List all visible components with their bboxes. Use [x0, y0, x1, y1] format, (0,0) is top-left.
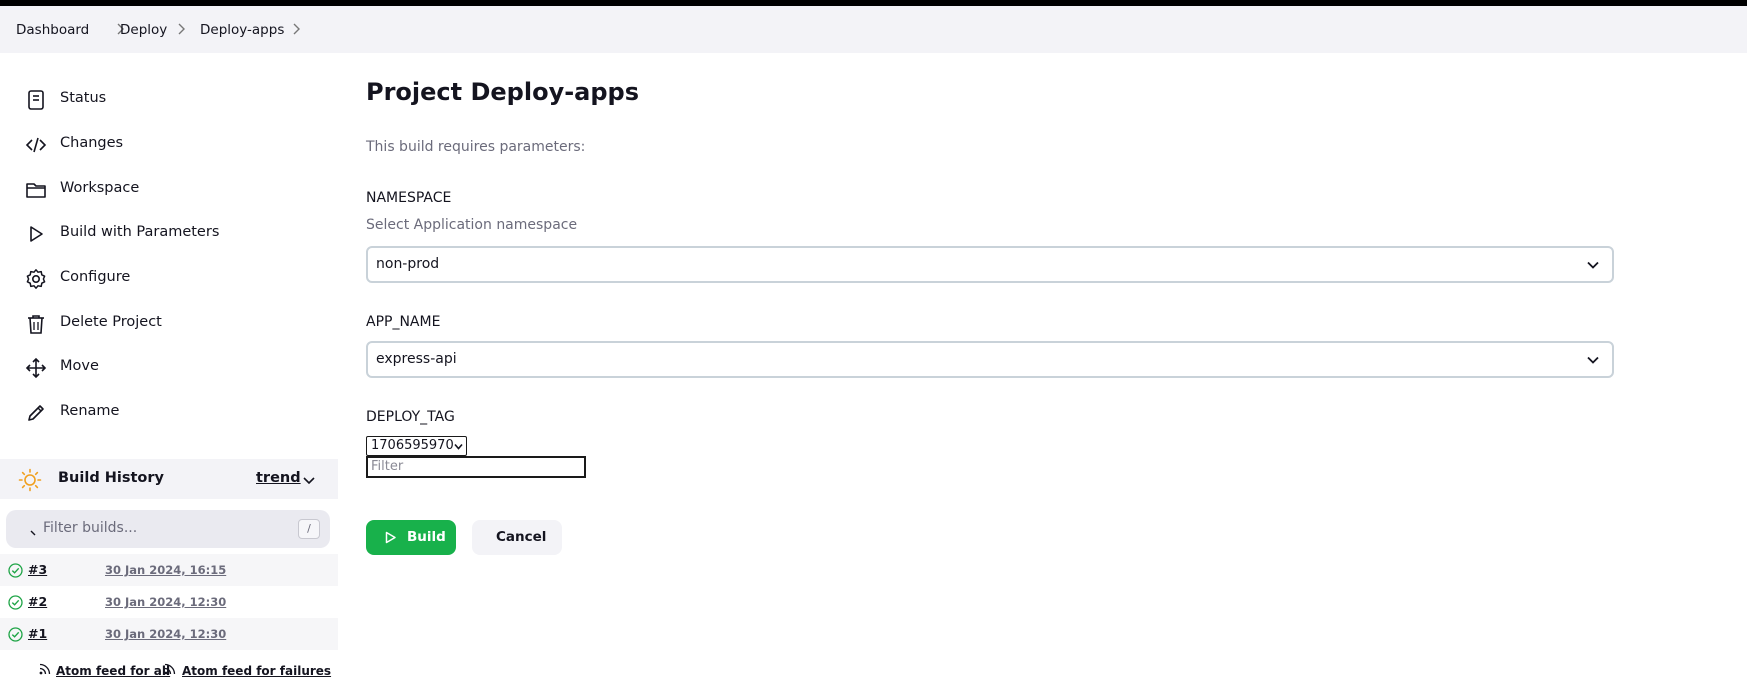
build-history-title: Build History	[58, 470, 164, 486]
param-description-namespace: Select Application namespace	[366, 217, 578, 233]
deploy-tag-filter-placeholder: Filter	[371, 459, 404, 474]
table-row: #1 30 Jan 2024, 12:30	[0, 618, 338, 650]
param-name-deploy-tag: DEPLOY_TAG	[366, 409, 455, 425]
breadcrumb-dashboard[interactable]: Dashboard	[16, 22, 89, 38]
sidebar-item-label: Delete Project	[60, 314, 162, 330]
chevron-down-icon	[1587, 356, 1599, 364]
breadcrumb-deploy-apps[interactable]: Deploy-apps	[200, 22, 284, 38]
table-row: #3 30 Jan 2024, 16:15	[0, 554, 338, 586]
sidebar-item-rename[interactable]: Rename	[16, 393, 316, 431]
play-icon	[385, 531, 396, 544]
chevron-down-icon	[1587, 261, 1599, 269]
sidebar-item-label: Status	[60, 90, 107, 106]
deploy-tag-filter-input[interactable]: Filter	[366, 456, 586, 478]
sidebar-item-label: Build with Parameters	[60, 224, 220, 240]
filter-builds-placeholder: Filter builds...	[43, 520, 138, 536]
play-icon	[30, 226, 43, 242]
breadcrumb: Dashboard Deploy Deploy-apps	[0, 6, 1747, 53]
sidebar-item-label: Workspace	[60, 180, 140, 196]
deploy-tag-select-value: 1706595970	[371, 438, 454, 453]
gear-icon	[26, 269, 46, 289]
search-icon	[30, 530, 36, 536]
chevron-down-icon	[454, 443, 463, 450]
sun-icon	[18, 468, 42, 492]
build-date-link[interactable]: 30 Jan 2024, 16:15	[105, 563, 226, 577]
success-check-icon	[8, 563, 23, 578]
build-date-link[interactable]: 30 Jan 2024, 12:30	[105, 627, 226, 641]
sidebar-item-label: Changes	[60, 135, 124, 151]
sidebar-item-workspace[interactable]: Workspace	[16, 170, 316, 208]
success-check-icon	[8, 595, 23, 610]
pencil-icon	[28, 405, 44, 421]
param-name-app-name: APP_NAME	[366, 314, 441, 330]
sidebar-item-changes[interactable]: Changes	[16, 125, 316, 163]
sidebar-item-label: Rename	[60, 403, 120, 419]
keyboard-shortcut-hint: /	[298, 519, 320, 539]
build-history-header: Build History trend	[0, 459, 338, 499]
trend-link[interactable]: trend	[256, 470, 301, 486]
sidebar-item-label: Move	[60, 358, 99, 374]
breadcrumb-deploy[interactable]: Deploy	[120, 22, 167, 38]
build-button[interactable]: Build	[366, 520, 456, 555]
namespace-select-value: non-prod	[376, 256, 440, 272]
rss-icon	[39, 663, 51, 675]
build-number-link[interactable]: #2	[28, 594, 47, 609]
build-number-link[interactable]: #3	[28, 562, 47, 577]
sidebar-item-label: Configure	[60, 269, 131, 285]
atom-feed-all-link[interactable]: Atom feed for all	[56, 664, 170, 678]
filter-builds-input[interactable]: Filter builds... /	[6, 510, 330, 548]
trash-icon	[28, 315, 44, 334]
success-check-icon	[8, 627, 23, 642]
table-row: #2 30 Jan 2024, 12:30	[0, 586, 338, 618]
move-icon	[25, 357, 47, 379]
chevron-right-icon[interactable]	[289, 20, 303, 38]
cancel-button[interactable]: Cancel	[472, 520, 562, 555]
build-number-link[interactable]: #1	[28, 626, 47, 641]
sidebar-item-configure[interactable]: Configure	[16, 259, 316, 297]
parameters-intro: This build requires parameters:	[366, 139, 586, 155]
sidebar-item-status[interactable]: Status	[16, 80, 316, 118]
sidebar-item-delete-project[interactable]: Delete Project	[16, 304, 316, 342]
build-date-link[interactable]: 30 Jan 2024, 12:30	[105, 595, 226, 609]
document-icon	[28, 90, 44, 110]
rss-icon	[164, 663, 176, 675]
app-name-select-value: express-api	[376, 351, 457, 367]
code-icon	[25, 137, 47, 153]
param-name-namespace: NAMESPACE	[366, 190, 452, 206]
sidebar-item-build-with-parameters[interactable]: Build with Parameters	[16, 214, 316, 252]
sidebar-item-move[interactable]: Move	[16, 348, 316, 386]
folder-icon	[26, 183, 46, 198]
atom-feed-failures-link[interactable]: Atom feed for failures	[182, 664, 331, 678]
cancel-button-label: Cancel	[496, 529, 547, 545]
app-name-select[interactable]: express-api	[366, 341, 1614, 378]
deploy-tag-select[interactable]: 1706595970	[366, 436, 467, 456]
chevron-right-icon	[178, 23, 185, 35]
build-button-label: Build	[407, 529, 446, 545]
page-title: Project Deploy-apps	[366, 78, 640, 106]
chevron-down-icon[interactable]	[301, 472, 317, 488]
namespace-select[interactable]: non-prod	[366, 246, 1614, 283]
